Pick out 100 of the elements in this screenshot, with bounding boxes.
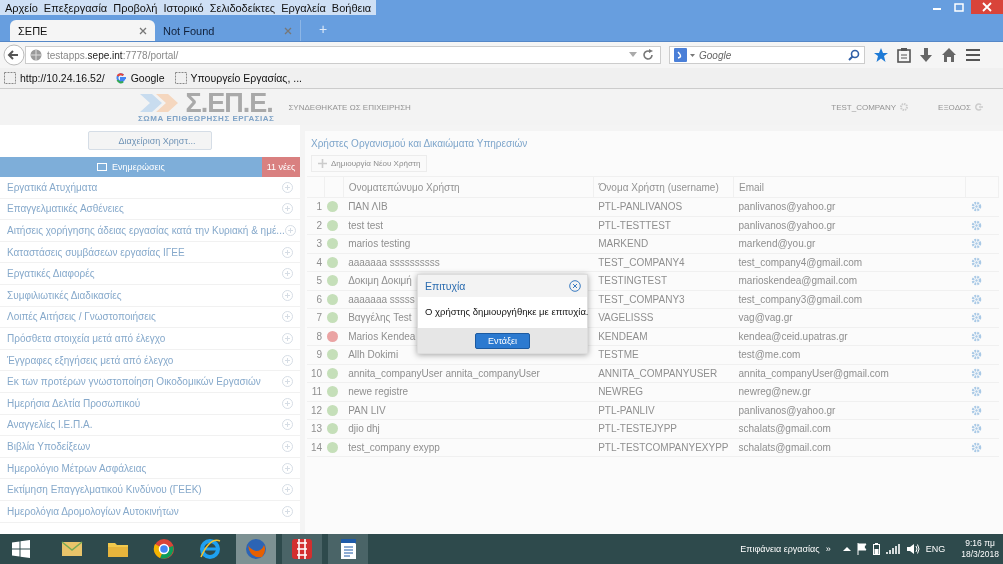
logout-icon xyxy=(975,103,983,111)
menu-item[interactable]: Ιστορικό xyxy=(160,1,207,14)
login-status: ΣΥΝΔΕΘΗΚΑΤΕ ΩΣ ΕΠΙΧΕΙΡΗΣΗ xyxy=(288,102,411,112)
caret-icon[interactable] xyxy=(842,546,851,552)
sidebar-item[interactable]: Έγγραφες εξηγήσεις μετά από έλεγχο xyxy=(0,349,300,372)
row-number: 7 xyxy=(307,308,325,327)
search-input[interactable]: Google xyxy=(699,49,845,61)
table-cell: test_company exypp xyxy=(343,438,594,457)
toolbar-overflow-button[interactable]: » xyxy=(825,544,831,554)
sidebar-item[interactable]: Επαγγελματικές Ασθένειες xyxy=(0,198,300,221)
table-cell: VAGELISSS xyxy=(593,308,734,327)
download-icon[interactable] xyxy=(919,47,933,63)
table-cell: kendea@ceid.upatras.gr xyxy=(733,327,966,346)
browser-icon xyxy=(244,537,268,561)
column-header: Email xyxy=(733,176,966,198)
taskbar-button[interactable] xyxy=(282,534,322,564)
plus-circle-icon xyxy=(282,181,293,193)
browser-tab[interactable]: Not Found xyxy=(155,20,300,41)
address-bar[interactable]: testapps.sepe.int:7778/portal/ xyxy=(25,46,661,64)
table-cell: PTL-TESTEJYPP xyxy=(593,419,734,438)
menu-item[interactable]: Εργαλεία xyxy=(278,1,329,14)
create-user-button[interactable]: Δημιουργία Νέου Χρήστη xyxy=(311,155,428,172)
sidebar-item[interactable]: Εργατικά Ατυχήματα xyxy=(0,177,300,199)
plus-circle-icon xyxy=(282,246,293,258)
close-icon[interactable] xyxy=(139,26,147,35)
signal-icon[interactable] xyxy=(885,543,900,555)
table-cell: PTL-PANLIVANOS xyxy=(593,197,734,216)
clock-date[interactable]: 18/3/2018 xyxy=(961,549,999,560)
table-cell: newe registre xyxy=(343,382,594,401)
table-cell: panlivanos@yahoo.gr xyxy=(733,197,966,216)
sidebar-item[interactable]: Εκ των προτέρων γνωστοποίηση Οικοδομικών Εργασιών xyxy=(0,371,300,393)
logout-link[interactable]: ΕΞΟΔΟΣ xyxy=(938,102,983,112)
desktop-toolbar-label[interactable]: Επιφάνεια εργασίας xyxy=(740,544,820,554)
bookmark-link[interactable]: http://10.24.16.52/ xyxy=(20,72,105,84)
clock-time[interactable]: 9:16 πμ xyxy=(965,538,995,549)
table-cell: TEST_COMPANY3 xyxy=(593,290,734,309)
battery-icon[interactable] xyxy=(872,543,880,555)
new-tab-button[interactable]: + xyxy=(300,20,338,41)
manage-users-button[interactable]: Διαχείριση Χρηστ... xyxy=(87,131,213,150)
sidebar-item[interactable]: Συμφιλιωτικές Διαδικασίες xyxy=(0,284,300,307)
sidebar-item[interactable]: Αιτήσεις χορήγησης άδειας εργασίας κατά την Κυριακή & ημέ... xyxy=(0,220,300,242)
flag-icon[interactable] xyxy=(856,543,867,555)
dropdown-icon[interactable] xyxy=(629,52,637,58)
table-cell: annita_companyUser annita_companyUser xyxy=(343,364,594,383)
sidebar-item[interactable]: Εκτίμηση Επαγγελματικού Κινδύνου (ΓΕΕΚ) xyxy=(0,479,300,501)
inbox-icon xyxy=(97,163,108,171)
bookmark-link[interactable]: Google xyxy=(130,72,165,84)
table-cell: annita_companyUser@gmail.com xyxy=(733,364,966,383)
menu-item[interactable]: Σελιδοδείκτες xyxy=(206,1,279,14)
sidebar-item[interactable]: Ημερολόγιο Μέτρων Ασφάλειας xyxy=(0,457,300,480)
plus-circle-icon xyxy=(284,225,296,236)
speaker-icon[interactable] xyxy=(905,543,920,555)
plus-circle-icon xyxy=(282,203,293,215)
table-cell: test_company4@gmail.com xyxy=(733,253,966,272)
gear-icon xyxy=(900,103,909,111)
dialog-title: Επιτυχία xyxy=(425,280,466,292)
browser-tab[interactable]: ΣΕΠΕ xyxy=(10,20,155,41)
sidebar-item[interactable]: Ημερήσια Δελτία Προσωπικού xyxy=(0,392,300,415)
star-icon[interactable] xyxy=(873,47,889,63)
reload-icon[interactable] xyxy=(642,49,654,61)
language-indicator[interactable]: ENG xyxy=(925,544,946,554)
table-cell: ANNITA_COMPANYUSER xyxy=(593,364,734,383)
menu-item[interactable]: Προβολή xyxy=(110,1,161,14)
row-number: 10 xyxy=(307,364,325,383)
close-icon xyxy=(982,2,992,12)
plus-circle-icon xyxy=(282,311,293,323)
close-icon[interactable] xyxy=(569,280,581,292)
row-number: 11 xyxy=(307,382,325,401)
row-number: 13 xyxy=(307,419,325,438)
search-icon[interactable] xyxy=(848,49,860,61)
sidebar-item[interactable]: Πρόσθετα στοιχεία μετά από έλεγχο xyxy=(0,328,300,350)
ok-button[interactable]: Εντάξει xyxy=(474,333,531,349)
sidebar-item[interactable]: Αναγγελίες Ι.Ε.Π.Α. xyxy=(0,414,300,437)
sidebar-item[interactable]: Λοιπές Αιτήσεις / Γνωστοποιήσεις xyxy=(0,306,300,329)
search-field[interactable]: Google xyxy=(669,46,865,64)
plus-circle-icon xyxy=(282,268,293,280)
table-cell: test test xyxy=(343,216,594,235)
table-cell: TEST_COMPANY4 xyxy=(593,253,734,272)
taskbar-button[interactable] xyxy=(328,534,368,564)
sidebar-item[interactable]: Βιβλία Υποδείξεων xyxy=(0,436,300,458)
row-number: 4 xyxy=(307,253,325,272)
logo-text: Σ.ΕΠ.Ε. xyxy=(185,91,273,114)
menu-item[interactable]: Βοήθεια xyxy=(328,1,375,14)
sidebar-item[interactable]: Καταστάσεις συμβάσεων εργασίας ΙΓΕΕ xyxy=(0,241,300,264)
close-button[interactable] xyxy=(971,0,1003,14)
menu-icon[interactable] xyxy=(965,48,981,62)
windows-icon[interactable] xyxy=(12,540,30,558)
back-icon[interactable] xyxy=(3,44,25,66)
plus-circle-icon xyxy=(282,462,293,474)
menu-item[interactable]: Αρχείο xyxy=(2,1,41,14)
table-cell: schalats@gmail.com xyxy=(733,438,966,457)
home-icon[interactable] xyxy=(941,47,957,63)
clipboard-icon[interactable] xyxy=(897,47,911,63)
bookmark-link[interactable]: Υπουργείο Εργασίας, ... xyxy=(190,72,303,84)
menu-item[interactable]: Επεξεργασία xyxy=(40,1,111,14)
notifications-bar[interactable]: Ενημερώσεις xyxy=(0,157,262,177)
user-link[interactable]: TEST_COMPANY xyxy=(831,102,909,112)
sidebar-item[interactable]: Ημερολόγια Δρομολογίων Αυτοκινήτων xyxy=(0,500,300,523)
sidebar-item[interactable]: Εργατικές Διαφορές xyxy=(0,263,300,285)
search-engine-icon[interactable] xyxy=(674,48,696,62)
